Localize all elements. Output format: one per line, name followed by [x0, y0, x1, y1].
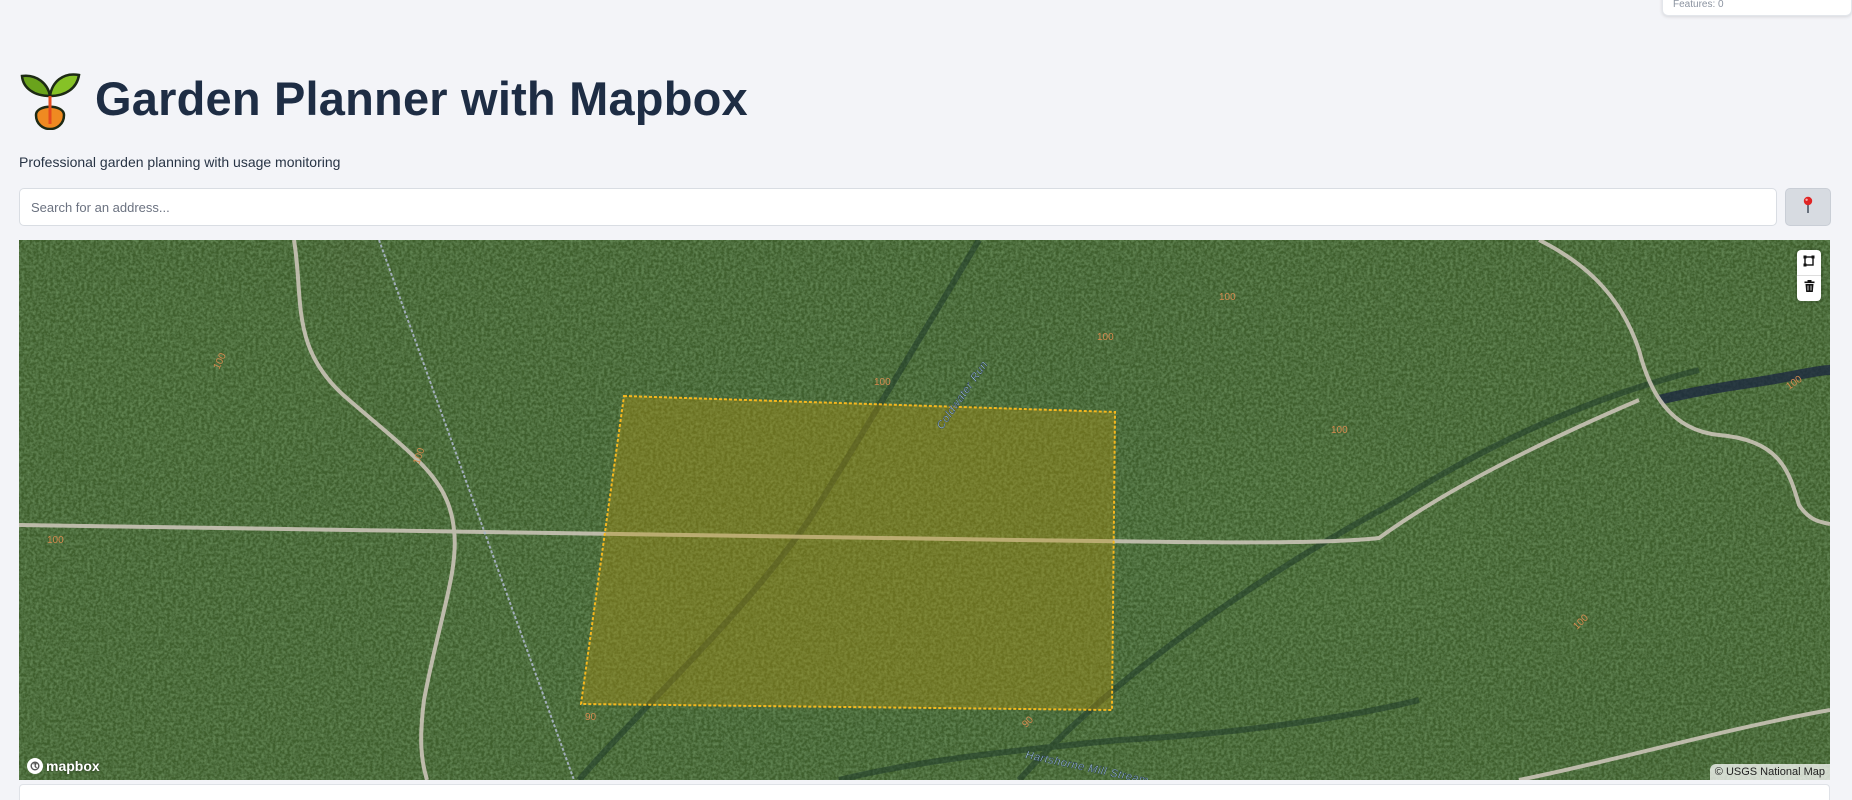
contour-label: 100 [1219, 292, 1236, 303]
address-search-input[interactable] [19, 188, 1777, 226]
page-subtitle: Professional garden planning with usage … [19, 154, 341, 170]
satellite-imagery: 100 100 100 100 100 100 100 100 100 90 9… [19, 240, 1830, 780]
locate-button[interactable] [1785, 188, 1831, 226]
page-header: Garden Planner with Mapbox [19, 66, 748, 131]
map-canvas[interactable]: 100 100 100 100 100 100 100 100 100 90 9… [19, 240, 1830, 780]
contour-label: 100 [874, 377, 891, 388]
pin-icon [1802, 196, 1814, 219]
contour-label: 100 [1331, 425, 1348, 436]
usage-text: Features: 0 [1673, 0, 1724, 10]
mapbox-mark-icon [27, 758, 43, 774]
mapbox-wordmark: mapbox [46, 758, 100, 774]
page-title: Garden Planner with Mapbox [95, 71, 748, 125]
map-attribution[interactable]: © USGS National Map [1709, 764, 1830, 780]
mapbox-logo[interactable]: mapbox [27, 758, 100, 774]
seedling-icon [19, 66, 81, 131]
contour-label: 100 [47, 535, 64, 546]
search-bar [19, 188, 1831, 226]
polygon-icon [1803, 254, 1815, 272]
usage-panel: Features: 0 [1662, 0, 1852, 16]
draw-polygon-button[interactable] [1797, 250, 1821, 275]
results-panel [19, 784, 1830, 800]
draw-controls [1797, 250, 1821, 301]
contour-label: 90 [585, 712, 597, 723]
contour-label: 100 [1097, 332, 1114, 343]
delete-shape-button[interactable] [1797, 275, 1821, 300]
trash-icon [1804, 279, 1815, 297]
